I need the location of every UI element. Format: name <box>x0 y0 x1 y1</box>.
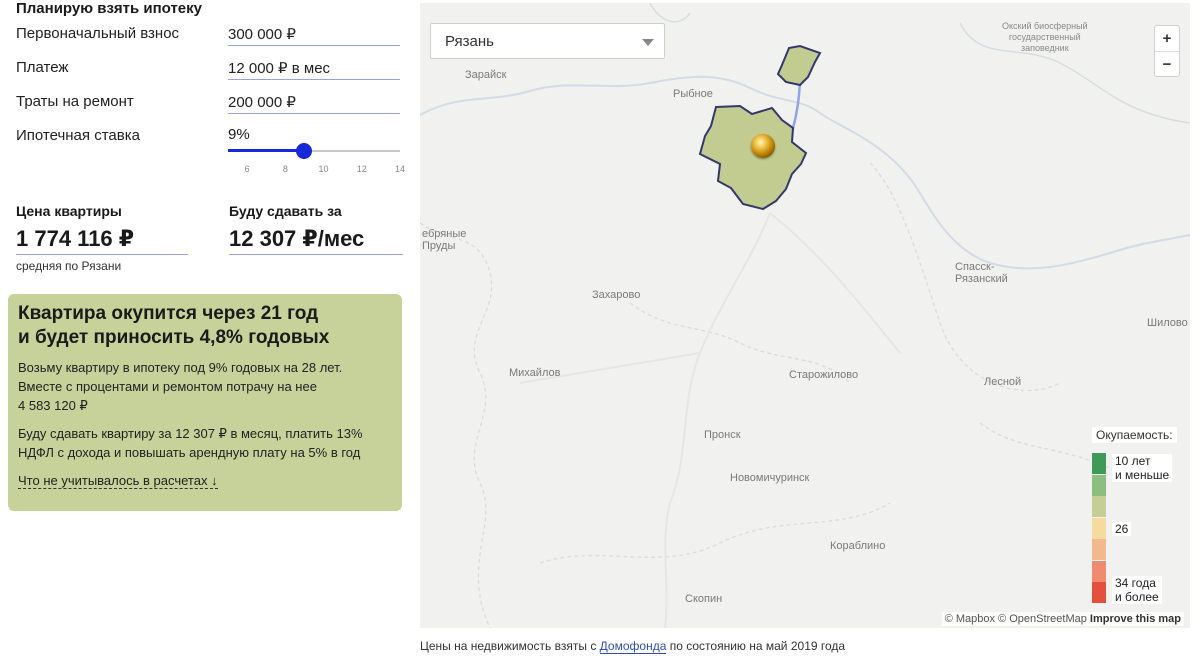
source-prefix: Цены на недвижимость взяты с <box>420 639 597 653</box>
place-serebryanye-prudy: ебряные Пруды <box>422 228 466 252</box>
chevron-down-icon <box>642 39 654 46</box>
legend-bottom-line: и более <box>1115 590 1159 604</box>
mortgage-paragraph: Возьму квартиру в ипотеку под 9% годовых… <box>18 358 388 415</box>
rate-tick-label: 12 <box>356 164 367 174</box>
zoom-control: + − <box>1154 25 1180 77</box>
legend-top-label: 10 лет и меньше <box>1112 454 1173 482</box>
legend-color-swatch <box>1092 560 1106 582</box>
paragraph-line: Буду сдавать квартиру за 12 307 ₽ в меся… <box>18 426 363 441</box>
down-payment-label: Первоначальный взнос <box>16 25 180 42</box>
place-serebryanye-line: Пруды <box>422 240 456 252</box>
payback-headline-line: Квартира окупится через 21 год <box>18 303 319 324</box>
rate-tick-label: 8 <box>282 164 288 174</box>
payment-label: Платеж <box>16 59 69 76</box>
legend-bottom-line: 34 года <box>1115 576 1156 590</box>
rate-tick-label: 6 <box>244 164 250 174</box>
map[interactable]: Зарайск Рыбное Окский биосферный государ… <box>420 3 1190 628</box>
legend-color-swatch <box>1092 582 1106 603</box>
map-canvas[interactable] <box>420 3 1190 628</box>
payback-headline: Квартира окупится через 21 год и будет п… <box>18 302 378 350</box>
rent-paragraph: Буду сдавать квартиру за 12 307 ₽ в меся… <box>18 424 388 462</box>
ryazan-north-region[interactable] <box>776 44 822 87</box>
place-rybnoe: Рыбное <box>673 88 713 100</box>
map-attribution: © Mapbox © OpenStreetMap Improve this ma… <box>941 612 1184 626</box>
mapbox-osm-link[interactable]: © Mapbox © OpenStreetMap <box>945 613 1087 625</box>
rent-value: 12 307 ₽/мес <box>229 226 403 255</box>
district-borders <box>420 162 1121 628</box>
place-oksky-line: заповедник <box>1020 43 1069 53</box>
place-novomichurinsk: Новомичуринск <box>730 472 810 484</box>
region-select[interactable]: Рязань <box>430 23 665 59</box>
price-subtitle: средняя по Рязани <box>16 259 122 273</box>
place-zakharovo: Захарово <box>592 289 641 301</box>
place-zaraysk: Зарайск <box>465 69 507 81</box>
rent-label: Буду сдавать за <box>229 203 342 219</box>
legend-mid-label: 26 <box>1112 522 1132 536</box>
paragraph-line: Вместе с процентами и ремонтом потрачу н… <box>18 379 317 394</box>
rate-slider-ticks: 6 8 10 12 14 <box>228 164 406 176</box>
ryazan-region[interactable] <box>698 104 808 211</box>
place-spassk-line: Рязанский <box>955 273 1008 285</box>
renovation-label: Траты на ремонт <box>16 93 134 110</box>
legend-bottom-label: 34 года и более <box>1112 576 1162 604</box>
place-oksky-reserve: Окский биосферный государственный запове… <box>1002 21 1088 54</box>
rate-slider[interactable] <box>228 142 400 162</box>
price-value: 1 774 116 ₽ <box>16 226 188 255</box>
rate-value: 9% <box>228 126 250 143</box>
paragraph-line: Возьму квартиру в ипотеку под 9% годовых… <box>18 360 343 375</box>
place-skopin: Скопин <box>685 593 723 605</box>
domofond-link[interactable]: Домофонда <box>599 639 667 654</box>
legend-color-swatch <box>1092 474 1106 496</box>
legend-top-line: 10 лет <box>1115 454 1151 468</box>
legend-color-swatch <box>1092 517 1106 539</box>
data-source-note: Цены на недвижимость взяты с Домофонда п… <box>420 639 846 654</box>
place-lesnoy: Лесной <box>984 376 1022 388</box>
not-considered-link[interactable]: Что не учитывалось в расчетах ↓ <box>18 473 218 489</box>
down-payment-row: Первоначальный взнос <box>16 23 402 55</box>
legend-color-swatch <box>1092 453 1106 474</box>
place-serebryanye-line: ебряные <box>422 228 467 240</box>
rate-tick-label: 14 <box>394 164 406 174</box>
place-korablino: Кораблино <box>830 540 886 552</box>
rate-slider-handle[interactable] <box>296 143 313 159</box>
payment-row: Платеж <box>16 57 402 89</box>
payback-summary-card: Квартира окупится через 21 год и будет п… <box>8 294 402 511</box>
calculator-heading: Планирую взять ипотеку <box>16 0 202 17</box>
legend-color-swatch <box>1092 539 1106 560</box>
place-spassk-line: Спасск- <box>955 261 995 273</box>
calculator-panel: Планирую взять ипотеку Первоначальный вз… <box>0 0 410 660</box>
ryazan-marker[interactable] <box>751 134 775 158</box>
rate-label: Ипотечная ставка <box>16 127 140 144</box>
place-pronsk: Пронск <box>704 429 741 441</box>
renovation-row: Траты на ремонт <box>16 91 402 123</box>
region-select-value: Рязань <box>445 33 494 50</box>
place-spassk: Спасск- Рязанский <box>955 261 1008 285</box>
zoom-in-button[interactable]: + <box>1155 26 1179 52</box>
paragraph-line: 4 583 120 ₽ <box>18 398 88 413</box>
rate-slider-fill <box>228 149 305 152</box>
river-branch <box>649 3 1190 124</box>
legend-top-line: и меньше <box>1115 468 1170 482</box>
renovation-input[interactable] <box>228 91 400 114</box>
place-starozhilovo: Старожилово <box>789 369 859 381</box>
place-oksky-line: Окский биосферный <box>1002 21 1088 31</box>
payback-headline-line: и будет приносить 4,8% годовых <box>18 327 330 348</box>
price-label: Цена квартиры <box>16 203 122 219</box>
paragraph-line: НДФЛ с дохода и повышать арендную плату … <box>18 445 361 460</box>
down-payment-input[interactable] <box>228 23 400 46</box>
source-suffix: по состоянию на май 2019 года <box>669 639 846 653</box>
legend-title: Окупаемость: <box>1092 427 1177 443</box>
zoom-out-button[interactable]: − <box>1155 52 1179 77</box>
roads <box>519 212 901 628</box>
place-mikhaylov: Михайлов <box>509 367 561 379</box>
place-oksky-line: государственный <box>1008 32 1081 42</box>
payment-input[interactable] <box>228 57 400 80</box>
improve-map-link[interactable]: Improve this map <box>1090 613 1181 625</box>
river-oka <box>420 75 1190 270</box>
legend-color-swatch <box>1092 496 1106 517</box>
rate-tick-label: 10 <box>318 164 329 174</box>
place-shilovo: Шилово <box>1147 317 1188 329</box>
